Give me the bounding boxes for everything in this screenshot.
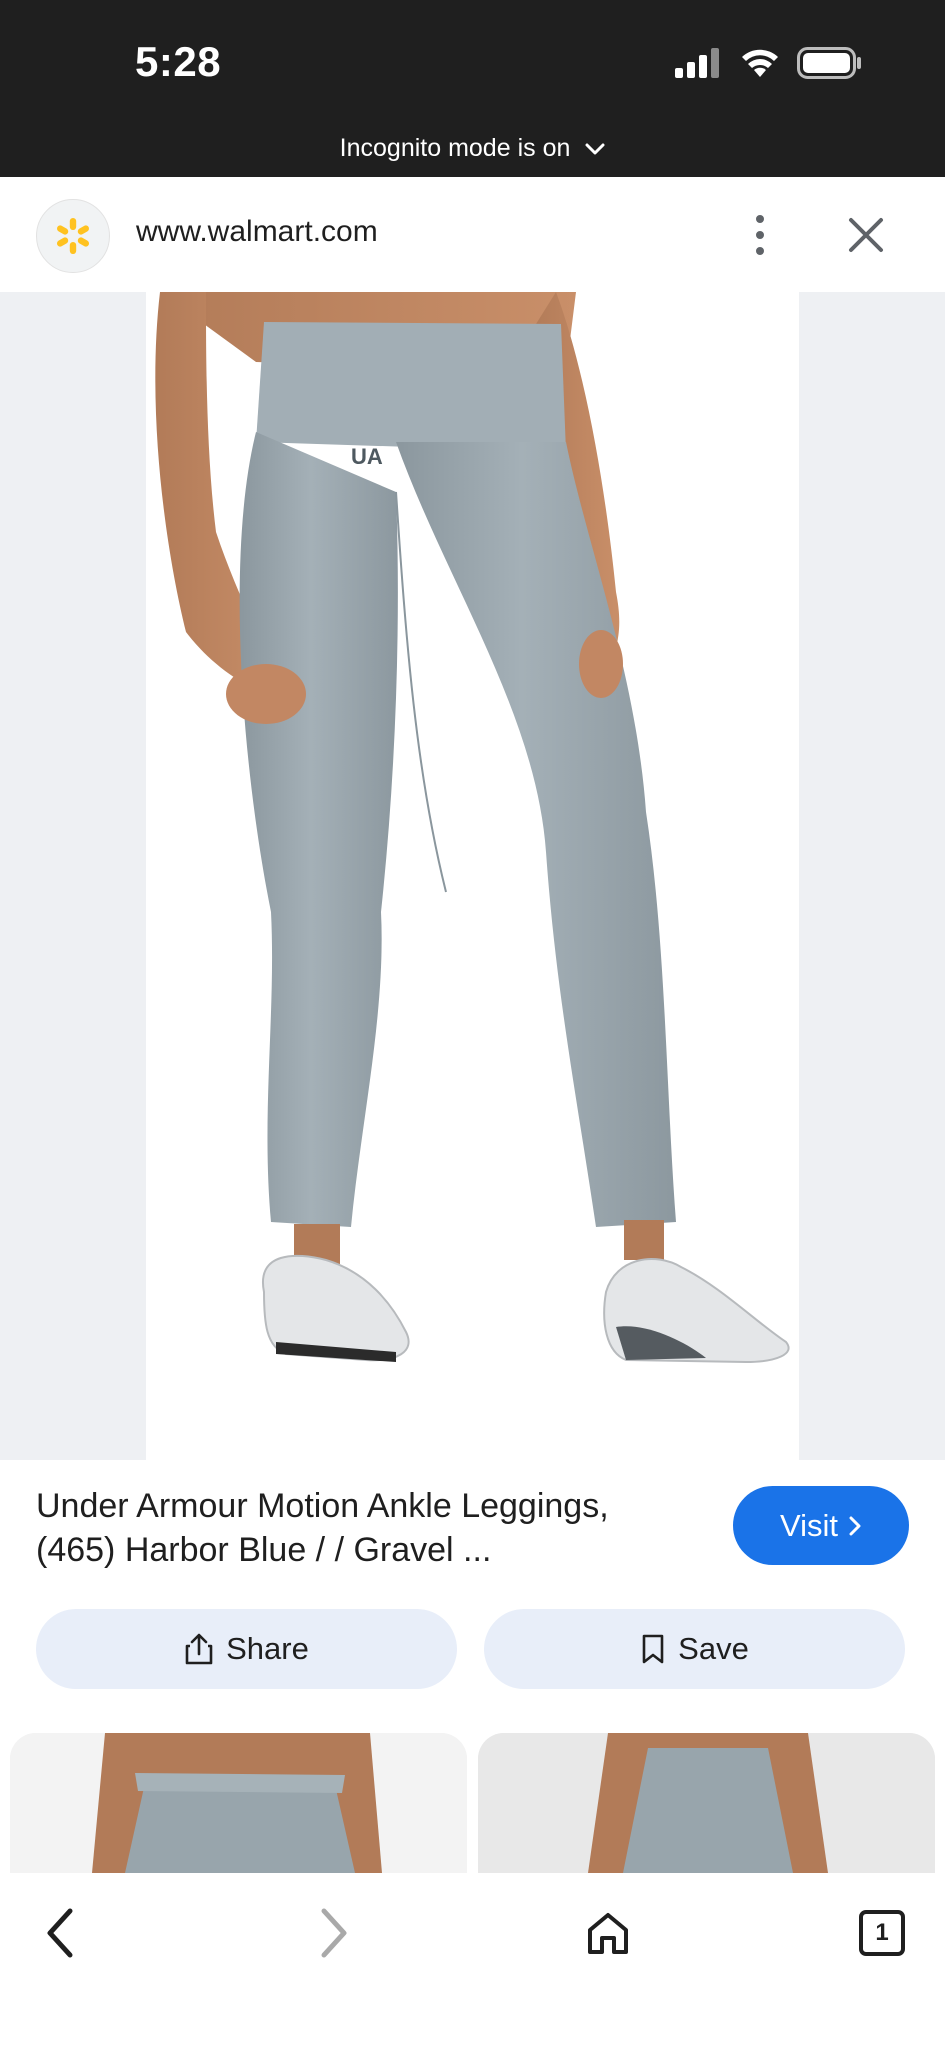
url-text[interactable]: www.walmart.com [136,215,378,249]
share-button[interactable]: Share [36,1609,457,1689]
home-icon[interactable] [572,1897,644,1969]
url-bar: www.walmart.com [0,177,945,292]
tab-count: 1 [859,1910,905,1956]
visit-button[interactable]: Visit [733,1486,909,1565]
tab-switcher-button[interactable]: 1 [846,1897,918,1969]
bookmark-icon [642,1634,664,1664]
incognito-banner[interactable]: Incognito mode is on [0,134,945,163]
walmart-spark-icon [36,199,110,273]
back-arrow-icon[interactable] [24,1897,96,1969]
svg-text:UA: UA [351,444,383,469]
battery-icon [797,47,861,79]
save-label: Save [678,1631,749,1666]
cellular-signal-icon [675,48,719,78]
product-image[interactable]: UA [146,292,799,1460]
wifi-icon [742,49,778,77]
forward-arrow-icon[interactable] [298,1897,370,1969]
product-title[interactable]: Under Armour Motion Ankle Leggings, (465… [36,1484,676,1572]
related-image-1[interactable] [10,1733,467,1873]
save-button[interactable]: Save [484,1609,905,1689]
close-icon[interactable] [842,211,890,259]
share-label: Share [226,1631,309,1666]
bottom-navigation: 1 [0,1873,945,2048]
image-viewer: UA [0,292,945,1460]
incognito-label: Incognito mode is on [339,134,571,162]
share-icon [185,1633,213,1665]
related-image-2[interactable] [478,1733,935,1873]
status-icons [675,47,863,79]
visit-label: Visit [779,1507,838,1543]
status-bar: 5:28 Incognito mode is on [0,0,945,177]
chevron-down-icon [585,143,605,155]
more-vertical-icon[interactable] [740,207,780,263]
chevron-right-icon [849,1516,861,1535]
status-time: 5:28 [135,38,222,85]
